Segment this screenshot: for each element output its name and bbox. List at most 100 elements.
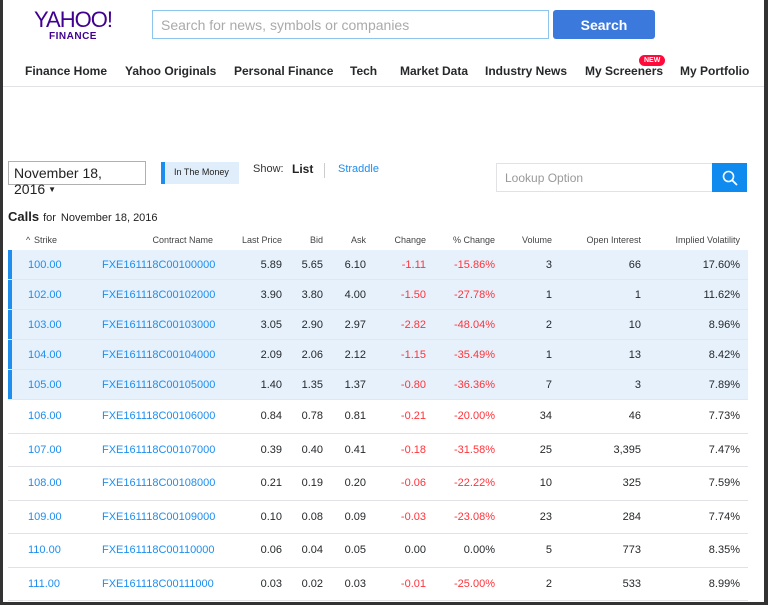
- contract-name-link[interactable]: FXE161118C00110000: [102, 544, 215, 556]
- pct-change-cell: -20.00%: [454, 410, 495, 423]
- open-interest-cell: 46: [628, 410, 641, 423]
- volume-cell: 1: [545, 348, 552, 361]
- pct-change-cell: -25.00%: [454, 577, 495, 590]
- open-interest-cell: 284: [622, 510, 641, 523]
- strike-link[interactable]: 107.00: [28, 444, 62, 456]
- ask-cell: 0.81: [344, 410, 366, 423]
- last-price-cell: 0.21: [260, 477, 282, 490]
- col-pct-change[interactable]: % Change: [453, 235, 495, 245]
- contract-name-link[interactable]: FXE161118C00104000: [102, 349, 215, 361]
- bid-cell: 5.65: [301, 258, 323, 271]
- last-price-cell: 2.09: [260, 348, 282, 361]
- contract-name-link[interactable]: FXE161118C00100000: [102, 259, 215, 271]
- change-cell: -0.01: [400, 577, 426, 590]
- col-volume[interactable]: Volume: [522, 235, 552, 245]
- bid-cell: 0.02: [301, 577, 323, 590]
- nav-industry-news[interactable]: Industry News: [485, 64, 567, 78]
- strike-link[interactable]: 108.00: [28, 477, 62, 489]
- contract-name-link[interactable]: FXE161118C00106000: [102, 410, 215, 422]
- col-implied-volatility[interactable]: Implied Volatility: [675, 235, 740, 245]
- table-row: 110.00 FXE161118C00110000 0.06 0.04 0.05…: [8, 534, 748, 568]
- ask-cell: 2.12: [344, 348, 366, 361]
- nav-finance-home[interactable]: Finance Home: [25, 64, 107, 78]
- contract-name-link[interactable]: FXE161118C00111000: [102, 578, 214, 590]
- dropdown-arrow-icon: ▼: [48, 185, 57, 194]
- lookup-search-button[interactable]: [712, 163, 747, 192]
- col-bid[interactable]: Bid: [310, 235, 323, 245]
- open-interest-cell: 325: [622, 477, 641, 490]
- implied-volatility-cell: 7.74%: [708, 510, 740, 523]
- pct-change-cell: 0.00%: [463, 544, 495, 557]
- search-icon: [722, 170, 738, 186]
- strike-link[interactable]: 103.00: [28, 319, 62, 331]
- change-cell: -0.03: [400, 510, 426, 523]
- nav-my-portfolio[interactable]: My Portfolio: [680, 64, 749, 78]
- search-button[interactable]: Search: [553, 10, 655, 39]
- in-the-money-toggle[interactable]: In The Money: [161, 162, 239, 184]
- contract-name-link[interactable]: FXE161118C00105000: [102, 379, 215, 391]
- table-row: 103.00 FXE161118C00103000 3.05 2.90 2.97…: [8, 310, 748, 340]
- expiration-date-select[interactable]: November 18, 2016 ▼: [8, 161, 146, 197]
- col-ask[interactable]: Ask: [351, 235, 366, 245]
- strike-link[interactable]: 102.00: [28, 289, 62, 301]
- show-list-option[interactable]: List: [292, 162, 313, 176]
- calls-for-label: for: [43, 212, 56, 224]
- implied-volatility-cell: 11.62%: [703, 288, 741, 301]
- nav-tech[interactable]: Tech: [350, 64, 377, 78]
- open-interest-cell: 1: [634, 288, 641, 301]
- ask-cell: 0.03: [344, 577, 366, 590]
- col-last-price[interactable]: Last Price: [242, 235, 282, 245]
- contract-name-link[interactable]: FXE161118C00108000: [102, 477, 215, 489]
- strike-link[interactable]: 100.00: [28, 259, 62, 271]
- contract-name-link[interactable]: FXE161118C00102000: [102, 289, 215, 301]
- open-interest-cell: 66: [628, 258, 641, 271]
- table-row: 105.00 FXE161118C00105000 1.40 1.35 1.37…: [8, 370, 748, 400]
- strike-link[interactable]: 109.00: [28, 511, 62, 523]
- nav-my-screeners[interactable]: My Screeners: [585, 64, 663, 78]
- change-cell: -2.82: [400, 318, 426, 331]
- last-price-cell: 5.89: [260, 258, 282, 271]
- strike-link[interactable]: 110.00: [28, 544, 61, 556]
- bid-cell: 2.90: [301, 318, 323, 331]
- table-row: 111.00 FXE161118C00111000 0.03 0.02 0.03…: [8, 568, 748, 601]
- nav-personal-finance[interactable]: Personal Finance: [234, 64, 333, 78]
- pct-change-cell: -27.78%: [454, 288, 495, 301]
- last-price-cell: 1.40: [260, 378, 282, 391]
- bid-cell: 2.06: [301, 348, 323, 361]
- last-price-cell: 0.03: [260, 577, 282, 590]
- strike-link[interactable]: 105.00: [28, 379, 62, 391]
- volume-cell: 23: [539, 510, 552, 523]
- col-contract-name[interactable]: Contract Name: [152, 235, 213, 245]
- contract-name-link[interactable]: FXE161118C00103000: [102, 319, 215, 331]
- yahoo-finance-logo[interactable]: YAHOO! FINANCE: [33, 9, 113, 43]
- contract-name-link[interactable]: FXE161118C00107000: [102, 444, 215, 456]
- pct-change-cell: -22.22%: [454, 477, 495, 490]
- volume-cell: 3: [545, 258, 552, 271]
- last-price-cell: 3.90: [260, 288, 282, 301]
- last-price-cell: 3.05: [260, 318, 282, 331]
- open-interest-cell: 10: [628, 318, 641, 331]
- col-strike[interactable]: Strike: [34, 235, 57, 245]
- ask-cell: 0.20: [344, 477, 366, 490]
- strike-link[interactable]: 104.00: [28, 349, 62, 361]
- strike-link[interactable]: 106.00: [28, 410, 62, 422]
- show-divider: [324, 163, 325, 178]
- lookup-option-input[interactable]: [496, 163, 712, 192]
- pct-change-cell: -31.58%: [454, 443, 495, 456]
- open-interest-cell: 533: [622, 577, 641, 590]
- show-straddle-option[interactable]: Straddle: [338, 163, 379, 175]
- ask-cell: 2.97: [344, 318, 366, 331]
- calls-title: Calls: [8, 209, 40, 224]
- col-change[interactable]: Change: [394, 235, 426, 245]
- nav-yahoo-originals[interactable]: Yahoo Originals: [125, 64, 216, 78]
- open-interest-cell: 3,395: [613, 443, 641, 456]
- contract-name-link[interactable]: FXE161118C00109000: [102, 511, 215, 523]
- calls-heading: Calls for November 18, 2016: [8, 209, 158, 224]
- nav-market-data[interactable]: Market Data: [400, 64, 468, 78]
- volume-cell: 25: [539, 443, 552, 456]
- strike-link[interactable]: 111.00: [28, 578, 60, 590]
- table-row: 109.00 FXE161118C00109000 0.10 0.08 0.09…: [8, 501, 748, 534]
- search-input[interactable]: [152, 10, 549, 39]
- change-cell: -0.18: [400, 443, 426, 456]
- col-open-interest[interactable]: Open Interest: [586, 235, 641, 245]
